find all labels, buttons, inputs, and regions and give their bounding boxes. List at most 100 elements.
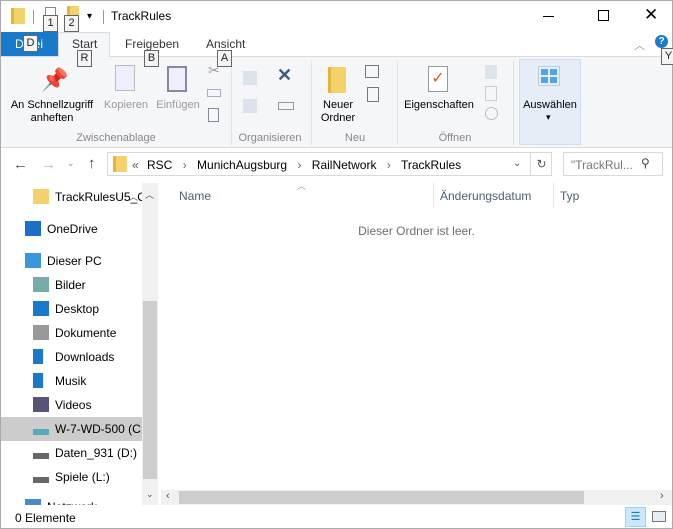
forward-button[interactable]: →: [41, 156, 56, 173]
nav-scroll-down-icon[interactable]: ⌄: [146, 489, 154, 500]
nav-item[interactable]: TrackRulesU5_OI ︿: [1, 185, 142, 209]
large-icons-view-button[interactable]: [652, 511, 666, 522]
group-label-clipboard: Zwischenablage: [76, 132, 156, 144]
drive-icon: [33, 477, 49, 483]
pc-icon: [25, 253, 41, 268]
copy-button[interactable]: Kopieren: [102, 99, 150, 112]
maximize-button[interactable]: [598, 10, 609, 21]
nav-item[interactable]: Videos: [1, 393, 142, 417]
divider: [433, 183, 434, 207]
qat-key-1: 1: [43, 15, 58, 32]
delete-icon[interactable]: ✕: [277, 65, 292, 86]
start-key: R: [77, 50, 92, 67]
column-date-modified[interactable]: Änderungsdatum: [440, 189, 531, 203]
pin-to-quick-access-button[interactable]: An Schnellzugriff anheften: [7, 99, 97, 125]
breadcrumb-munichaugsburg[interactable]: MunichAugsburg: [197, 158, 287, 172]
scroll-right-icon[interactable]: ›: [660, 490, 664, 502]
breadcrumb: RSC › MunichAugsburg › RailNetwork › Tra…: [147, 158, 462, 172]
nav-item-label: Dieser PC: [47, 254, 102, 268]
divider: [103, 10, 104, 24]
copy-path-icon[interactable]: [207, 89, 221, 97]
recent-locations-button[interactable]: ⌄: [67, 158, 75, 169]
easy-access-icon[interactable]: [367, 87, 379, 102]
close-button[interactable]: ✕: [644, 5, 658, 25]
help-icon[interactable]: ?: [655, 35, 668, 48]
nav-item-label: Daten_931 (D:): [55, 446, 138, 460]
nav-item[interactable]: W-7-WD-500 (C:: [1, 417, 142, 441]
window-title: TrackRules: [111, 9, 172, 23]
folder-icon: [11, 8, 25, 24]
properties-button[interactable]: Eigenschaften: [399, 99, 479, 112]
nav-item[interactable]: Dieser PC: [1, 249, 142, 273]
details-view-button[interactable]: ☰: [625, 507, 646, 527]
pictures-icon: [33, 277, 49, 292]
column-name[interactable]: Name: [179, 189, 211, 203]
new-folder-button[interactable]: Neuer Ordner: [316, 99, 360, 125]
share-key: B: [144, 50, 159, 67]
horizontal-scrollbar-thumb[interactable]: [179, 491, 584, 504]
download-icon: [33, 349, 43, 364]
tab-view[interactable]: Ansicht: [206, 37, 245, 51]
nav-item[interactable]: Downloads: [1, 345, 142, 369]
view-key: A: [217, 50, 232, 67]
copy-icon: [115, 65, 135, 91]
folder-icon: [113, 156, 127, 172]
tab-share[interactable]: Freigeben: [125, 37, 179, 51]
column-type[interactable]: Typ: [560, 189, 579, 203]
new-item-icon[interactable]: [365, 65, 379, 78]
history-icon[interactable]: [485, 107, 498, 120]
paste-button[interactable]: Einfügen: [153, 99, 203, 112]
nav-item[interactable]: Desktop: [1, 297, 142, 321]
network-icon: [25, 499, 41, 505]
select-label: Auswählen: [523, 99, 577, 111]
qat-dropdown-icon[interactable]: ▾: [87, 11, 92, 22]
nav-item[interactable]: Dokumente: [1, 321, 142, 345]
nav-item-label: Spiele (L:): [55, 470, 110, 484]
music-icon: [33, 373, 43, 388]
file-key: D: [23, 35, 38, 52]
breadcrumb-trackrules[interactable]: TrackRules: [401, 158, 461, 172]
empty-folder-message: Dieser Ordner ist leer.: [358, 224, 475, 238]
move-to-icon[interactable]: [243, 71, 257, 85]
new-folder-icon: [328, 67, 346, 93]
nav-item[interactable]: Netzwerk: [1, 495, 142, 505]
nav-item[interactable]: OneDrive: [1, 217, 142, 241]
desktop-icon: [33, 301, 49, 316]
nav-scrollbar-thumb[interactable]: [143, 301, 157, 479]
refresh-button[interactable]: ↻: [530, 153, 552, 175]
up-button[interactable]: ↑: [88, 155, 96, 172]
paste-icon: [167, 66, 187, 92]
nav-item-label: Musik: [55, 374, 87, 388]
edit-icon[interactable]: [485, 86, 497, 101]
nav-item[interactable]: Spiele (L:): [1, 465, 142, 489]
minimize-button[interactable]: [543, 16, 554, 17]
open-icon[interactable]: [485, 65, 497, 79]
nav-item-label: Downloads: [55, 350, 115, 364]
breadcrumb-rsc[interactable]: RSC: [147, 158, 172, 172]
sort-indicator-icon: ︿: [297, 181, 307, 191]
divider: [33, 10, 34, 24]
nav-item-label: OneDrive: [47, 222, 98, 236]
paste-shortcut-icon[interactable]: [208, 108, 219, 122]
nav-item[interactable]: Bilder: [1, 273, 142, 297]
videos-icon: [33, 397, 49, 412]
nav-scroll-up-icon[interactable]: ︿: [145, 188, 154, 201]
breadcrumb-overflow[interactable]: «: [132, 158, 139, 172]
search-icon[interactable]: ⚲: [641, 156, 650, 170]
copy-to-icon[interactable]: [243, 99, 257, 113]
scroll-left-icon[interactable]: ‹: [166, 490, 170, 502]
rename-icon[interactable]: [278, 102, 294, 110]
navigation-pane: TrackRulesU5_OI ︿ OneDrive Dieser PC Bilder D…: [1, 183, 142, 505]
folder-icon: [33, 189, 49, 204]
documents-icon: [33, 325, 49, 340]
breadcrumb-railnetwork[interactable]: RailNetwork: [312, 158, 377, 172]
nav-item-label: Dokumente: [55, 326, 117, 340]
address-dropdown-icon[interactable]: ⌄: [513, 158, 521, 169]
back-button[interactable]: ←: [13, 156, 28, 173]
divider: [553, 183, 554, 207]
nav-item[interactable]: Daten_931 (D:): [1, 441, 142, 465]
divider: [513, 61, 514, 145]
help-key: Y: [661, 48, 673, 65]
collapse-ribbon-icon[interactable]: ︿: [634, 37, 645, 53]
nav-item[interactable]: Musik: [1, 369, 142, 393]
